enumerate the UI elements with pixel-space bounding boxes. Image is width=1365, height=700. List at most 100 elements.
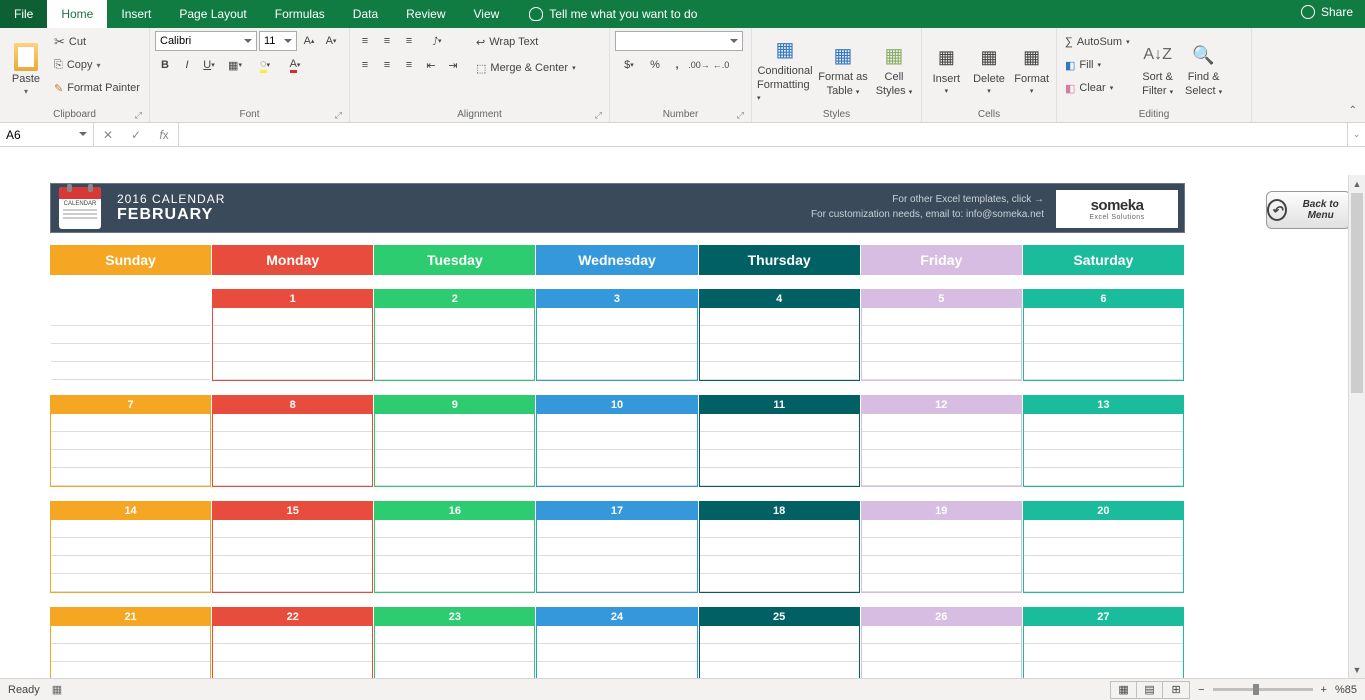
orientation-button[interactable]: ⭜▾ [421, 31, 453, 51]
align-right-button[interactable]: ≡ [399, 55, 419, 75]
cancel-formula-button[interactable]: ✕ [94, 128, 122, 142]
date-entry-area[interactable] [213, 414, 372, 486]
date-cell[interactable]: 15 [212, 501, 373, 593]
normal-view-button[interactable]: ▦ [1111, 682, 1137, 698]
number-format-combo[interactable] [615, 31, 743, 51]
comma-button[interactable]: , [667, 55, 687, 75]
date-cell[interactable]: 5 [861, 289, 1022, 381]
decrease-indent-button[interactable]: ⇤ [421, 55, 441, 75]
scroll-down-button[interactable]: ▼ [1349, 661, 1365, 678]
date-cell[interactable]: 13 [1023, 395, 1184, 487]
expand-formula-bar-button[interactable]: ⌄ [1347, 123, 1365, 146]
date-cell[interactable]: 7 [50, 395, 211, 487]
date-entry-area[interactable] [537, 626, 696, 678]
date-cell[interactable]: 9 [374, 395, 535, 487]
increase-decimal-button[interactable]: .00→ [689, 55, 709, 75]
copy-button[interactable]: ⎘Copy▾ [51, 54, 143, 76]
decrease-decimal-button[interactable]: ←.0 [711, 55, 731, 75]
date-cell[interactable]: 22 [212, 607, 373, 678]
date-entry-area[interactable] [862, 414, 1021, 486]
date-entry-area[interactable] [537, 308, 696, 380]
formula-input[interactable] [179, 123, 1347, 146]
conditional-formatting-button[interactable]: ▦ Conditional Formatting ▾ [757, 31, 813, 107]
date-entry-area[interactable] [375, 520, 534, 592]
align-center-button[interactable]: ≡ [377, 55, 397, 75]
date-entry-area[interactable] [700, 626, 859, 678]
date-entry-area[interactable] [51, 414, 210, 486]
date-entry-area[interactable] [1024, 520, 1183, 592]
bold-button[interactable]: B [155, 55, 175, 75]
tab-formulas[interactable]: Formulas [261, 0, 339, 28]
clear-button[interactable]: ◧Clear▾ [1062, 77, 1133, 99]
date-entry-area[interactable] [1024, 626, 1183, 678]
date-cell[interactable]: 2 [374, 289, 535, 381]
zoom-out-button[interactable]: − [1198, 684, 1204, 696]
font-color-button[interactable]: A▾ [281, 55, 309, 75]
macro-record-icon[interactable]: ▦ [52, 683, 62, 696]
date-cell[interactable]: 25 [699, 607, 860, 678]
format-painter-button[interactable]: ✎Format Painter [51, 77, 143, 99]
tell-me-search[interactable]: Tell me what you want to do [529, 0, 697, 28]
date-cell[interactable]: 1 [212, 289, 373, 381]
align-middle-button[interactable]: ≡ [377, 31, 397, 51]
cell-styles-button[interactable]: ▦ Cell Styles ▾ [873, 31, 915, 107]
date-entry-area[interactable] [537, 520, 696, 592]
date-cell[interactable]: 21 [50, 607, 211, 678]
date-cell[interactable]: 24 [536, 607, 697, 678]
name-box[interactable]: A6 [0, 123, 94, 146]
percent-button[interactable]: % [645, 55, 665, 75]
date-cell[interactable]: 10 [536, 395, 697, 487]
date-entry-area[interactable] [51, 520, 210, 592]
format-cells-button[interactable]: ▦Format▾ [1012, 31, 1051, 107]
delete-cells-button[interactable]: ▦Delete▾ [970, 31, 1009, 107]
date-entry-area[interactable] [700, 414, 859, 486]
scroll-thumb[interactable] [1351, 193, 1363, 393]
date-entry-area[interactable] [862, 308, 1021, 380]
align-bottom-button[interactable]: ≡ [399, 31, 419, 51]
date-entry-area[interactable] [700, 308, 859, 380]
date-cell[interactable]: 19 [861, 501, 1022, 593]
date-entry-area[interactable] [1024, 308, 1183, 380]
zoom-in-button[interactable]: + [1321, 684, 1327, 696]
fill-button[interactable]: ◧Fill▾ [1062, 54, 1133, 76]
enter-formula-button[interactable]: ✓ [122, 128, 150, 142]
date-cell[interactable]: 12 [861, 395, 1022, 487]
date-entry-area[interactable] [862, 626, 1021, 678]
borders-button[interactable]: ▦▾ [221, 55, 249, 75]
scroll-up-button[interactable]: ▲ [1349, 175, 1365, 192]
sort-filter-button[interactable]: A↓ZSort &Filter ▾ [1137, 31, 1179, 107]
date-entry-area[interactable] [862, 520, 1021, 592]
date-cell[interactable]: 17 [536, 501, 697, 593]
date-entry-area[interactable] [51, 626, 210, 678]
date-entry-area[interactable] [375, 626, 534, 678]
date-cell[interactable]: 23 [374, 607, 535, 678]
date-cell[interactable]: 16 [374, 501, 535, 593]
insert-cells-button[interactable]: ▦Insert▾ [927, 31, 966, 107]
date-cell[interactable]: 27 [1023, 607, 1184, 678]
insert-function-button[interactable]: fx [150, 128, 178, 142]
collapse-ribbon-button[interactable]: ⌃ [1349, 105, 1357, 116]
date-cell[interactable]: 20 [1023, 501, 1184, 593]
date-cell[interactable]: 8 [212, 395, 373, 487]
underline-button[interactable]: U▾ [199, 55, 219, 75]
date-entry-area[interactable] [537, 414, 696, 486]
share-button[interactable]: Share [1301, 5, 1353, 19]
zoom-slider[interactable] [1213, 688, 1313, 691]
cut-button[interactable]: ✂Cut [51, 31, 143, 53]
page-break-view-button[interactable]: ⊞ [1163, 682, 1189, 698]
date-entry-area[interactable] [213, 308, 372, 380]
tab-data[interactable]: Data [339, 0, 392, 28]
tab-file[interactable]: File [0, 0, 47, 28]
page-layout-view-button[interactable]: ▤ [1137, 682, 1163, 698]
date-cell[interactable]: 6 [1023, 289, 1184, 381]
date-entry-area[interactable] [375, 414, 534, 486]
font-size-combo[interactable]: 11 [259, 31, 297, 51]
date-cell[interactable]: 4 [699, 289, 860, 381]
vertical-scrollbar[interactable]: ▲ ▼ [1348, 175, 1365, 678]
accounting-format-button[interactable]: $▾ [615, 55, 643, 75]
date-entry-area[interactable] [213, 520, 372, 592]
format-as-table-button[interactable]: ▦ Format as Table ▾ [817, 31, 869, 107]
align-left-button[interactable]: ≡ [355, 55, 375, 75]
wrap-text-button[interactable]: ↩Wrap Text [473, 31, 579, 53]
date-entry-area[interactable] [213, 626, 372, 678]
